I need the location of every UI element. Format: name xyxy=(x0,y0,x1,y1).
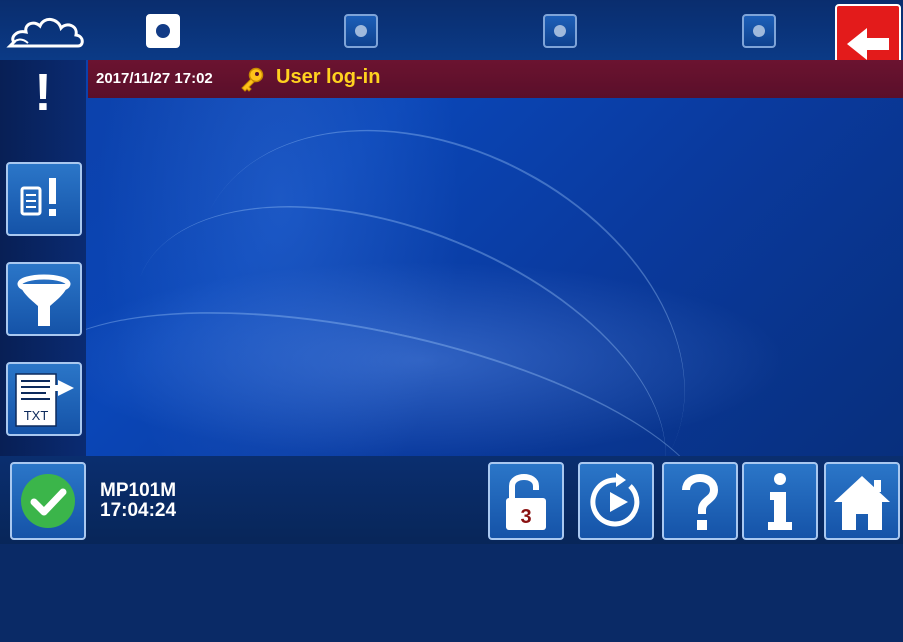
info-icon xyxy=(768,473,792,530)
page-indicator-1[interactable] xyxy=(146,14,180,48)
filter-button[interactable] xyxy=(6,262,82,336)
unlock-icon: 3 xyxy=(506,474,546,530)
help-icon xyxy=(682,474,719,530)
key-icon xyxy=(238,66,266,92)
page-indicator-4[interactable] xyxy=(742,14,776,48)
top-bar xyxy=(0,0,903,60)
replay-icon xyxy=(590,473,640,527)
txt-label: TXT xyxy=(24,408,49,423)
device-name: MP101M xyxy=(100,480,177,501)
cloud-logo-icon[interactable] xyxy=(6,10,84,50)
check-icon xyxy=(21,474,75,528)
info-button[interactable] xyxy=(742,462,818,540)
event-banner: 2017/11/27 17:02 User log-in xyxy=(88,60,903,98)
export-txt-icon: TXT xyxy=(15,373,74,427)
event-message: User log-in xyxy=(276,66,381,88)
page-indicator-2[interactable] xyxy=(344,14,378,48)
replay-button[interactable] xyxy=(578,462,654,540)
alert-exclamation-icon: ! xyxy=(34,64,52,122)
help-button[interactable] xyxy=(662,462,738,540)
event-list-button[interactable] xyxy=(6,162,82,236)
device-clock: 17:04:24 xyxy=(100,500,177,521)
event-timestamp: 2017/11/27 17:02 xyxy=(96,70,213,87)
home-button[interactable] xyxy=(824,462,900,540)
unlock-button[interactable]: 3 xyxy=(488,462,564,540)
export-txt-button[interactable]: TXT xyxy=(6,362,82,436)
event-list-icon xyxy=(20,178,56,216)
acknowledge-button[interactable] xyxy=(10,462,86,540)
unlock-level: 3 xyxy=(520,506,531,528)
filter-icon xyxy=(17,274,71,326)
home-icon xyxy=(834,476,890,530)
page-indicator-3[interactable] xyxy=(543,14,577,48)
